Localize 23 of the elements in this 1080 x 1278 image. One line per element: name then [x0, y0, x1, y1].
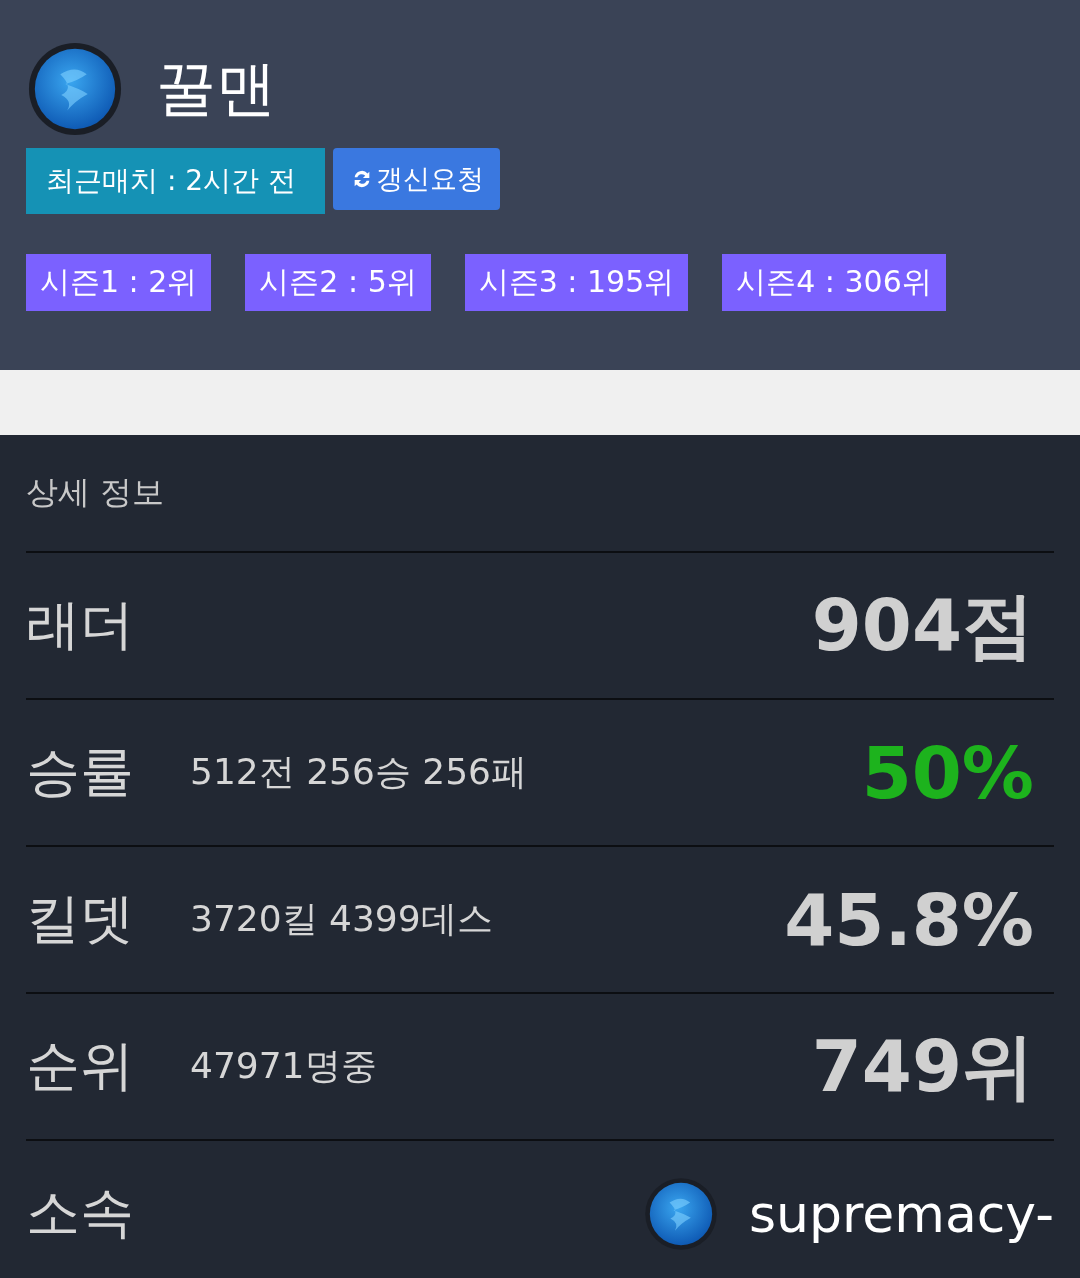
- season-rank-badge: 시즌4 : 306위: [722, 254, 946, 311]
- stat-detail: 512전 256승 256패: [190, 750, 528, 794]
- season-rank-badge: 시즌2 : 5위: [245, 254, 431, 311]
- season-rank-badge: 시즌1 : 2위: [26, 254, 212, 311]
- stat-value: 904점: [811, 581, 1034, 669]
- stat-label: 소속: [26, 1180, 135, 1246]
- stat-value: 45.8%: [784, 877, 1034, 962]
- stat-label: 순위: [26, 1033, 135, 1099]
- season-rank-badge: 시즌3 : 195위: [464, 254, 689, 311]
- stat-value: 50%: [861, 730, 1034, 815]
- emblem-icon: [26, 40, 124, 138]
- refresh-button[interactable]: 갱신요청: [333, 148, 500, 210]
- emblem-icon: [642, 1175, 719, 1252]
- stat-detail: 3720킬 4399데스: [190, 897, 493, 941]
- stat-label: 래더: [26, 592, 135, 658]
- player-name: 꿀맨: [156, 51, 276, 125]
- stat-value: 749위: [811, 1022, 1034, 1110]
- stat-label: 킬뎃: [26, 886, 135, 952]
- team-name: supremacy-: [748, 1183, 1054, 1244]
- section-title: 상세 정보: [26, 435, 1054, 553]
- stat-label: 승률: [26, 739, 135, 805]
- stat-detail: 47971명중: [190, 1044, 377, 1088]
- last-match-badge: 최근매치 : 2시간 전: [26, 148, 325, 214]
